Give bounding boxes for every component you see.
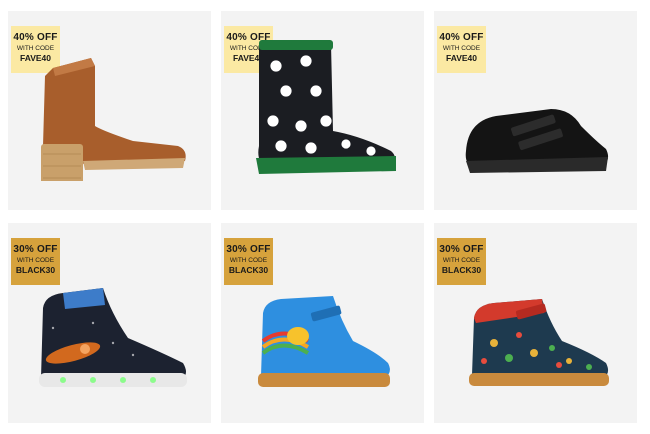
product-image[interactable] [251,36,401,181]
product-card[interactable]: 40% OFF WITH CODE FAVE40 [8,11,211,210]
badge-discount: 30% OFF [439,244,484,255]
badge-discount: 30% OFF [226,244,271,255]
badge-with-code: WITH CODE [16,257,55,264]
discount-badge: 30% OFF WITH CODE BLACK30 [11,238,60,285]
badge-code: FAVE40 [445,53,478,63]
discount-badge: 30% OFF WITH CODE BLACK30 [437,238,486,285]
badge-discount: 30% OFF [13,244,58,255]
product-card[interactable]: 30% OFF WITH CODE BLACK30 [8,223,211,423]
badge-discount: 40% OFF [439,32,484,43]
badge-with-code: WITH CODE [442,45,481,52]
product-card[interactable]: 30% OFF WITH CODE BLACK30 [434,223,637,423]
product-image[interactable] [253,291,393,391]
badge-code: BLACK30 [441,265,482,275]
product-card[interactable]: 40% OFF WITH CODE FAVE40 [221,11,424,210]
product-image[interactable] [33,283,193,393]
badge-code: BLACK30 [228,265,269,275]
badge-code: BLACK30 [15,265,56,275]
product-card[interactable]: 30% OFF WITH CODE BLACK30 [221,223,424,423]
product-image[interactable] [456,101,616,181]
product-card[interactable]: 40% OFF WITH CODE FAVE40 [434,11,637,210]
product-image[interactable] [464,293,614,393]
badge-with-code: WITH CODE [442,257,481,264]
discount-badge: 40% OFF WITH CODE FAVE40 [437,26,486,73]
badge-with-code: WITH CODE [229,257,268,264]
discount-badge: 30% OFF WITH CODE BLACK30 [224,238,273,285]
product-image[interactable] [33,36,193,181]
